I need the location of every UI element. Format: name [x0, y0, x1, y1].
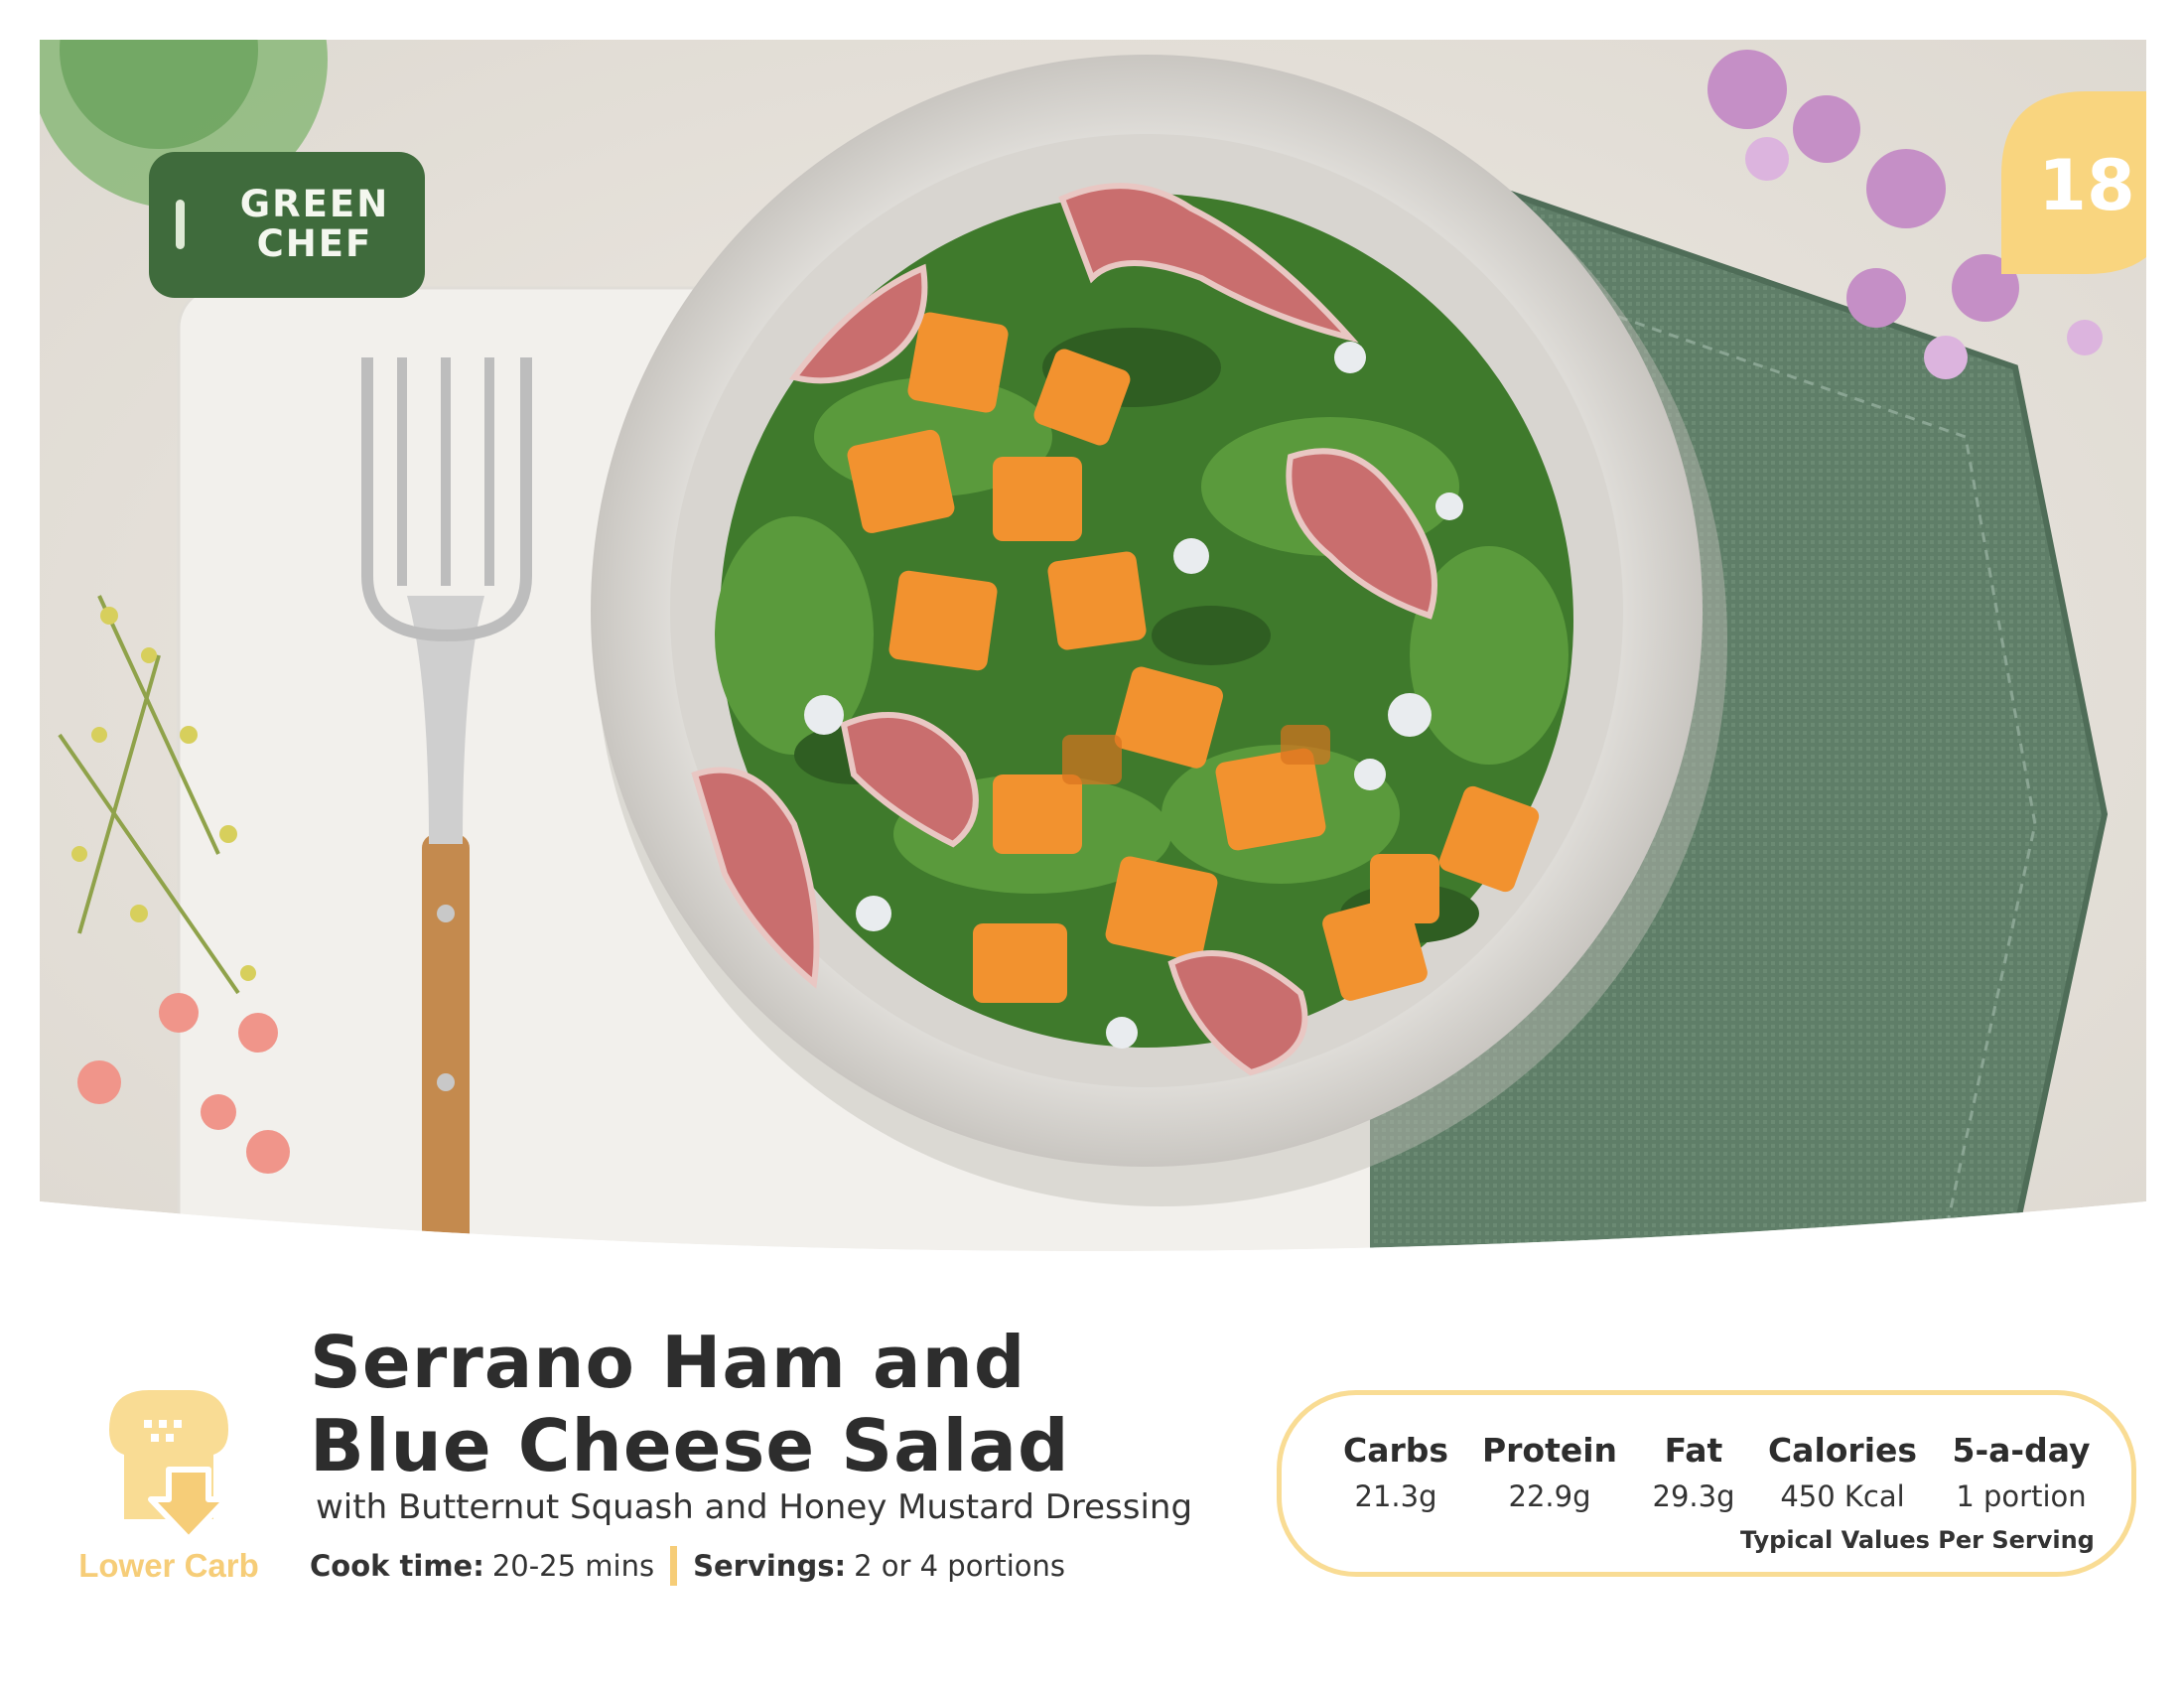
meta-separator	[670, 1546, 678, 1586]
nutrition-label: Calories	[1767, 1431, 1918, 1470]
nutrition-note: Typical Values Per Serving	[1740, 1526, 2095, 1554]
servings-label: Servings:	[693, 1549, 847, 1583]
cook-time-value: 20-25 mins	[491, 1549, 655, 1583]
recipe-subtitle: with Butternut Squash and Honey Mustard …	[316, 1487, 1193, 1527]
nutrition-calories: Calories 450 Kcal	[1758, 1431, 1927, 1513]
nutrition-value: 450 Kcal	[1780, 1479, 1905, 1513]
nutrition-value: 1 portion	[1956, 1479, 2087, 1513]
bread-down-arrow-icon	[109, 1390, 229, 1542]
page-number: 18	[2038, 145, 2135, 226]
cook-time-label: Cook time:	[310, 1549, 484, 1583]
servings-value: 2 or 4 portions	[854, 1549, 1066, 1583]
nutrition-panel: Carbs 21.3g Protein 22.9g Fat 29.3g Calo…	[1277, 1390, 2136, 1577]
page-number-badge: 18	[2001, 91, 2146, 274]
recipe-title-line-2: Blue Cheese Salad	[310, 1404, 1070, 1487]
recipe-title-line-1: Serrano Ham and	[310, 1321, 1026, 1404]
logo-line-2: CHEF	[256, 222, 373, 265]
nutrition-value: 29.3g	[1652, 1479, 1735, 1513]
diet-tag-label: Lower Carb	[78, 1547, 259, 1584]
nutrition-label: Protein	[1481, 1431, 1618, 1470]
hero-photo: GREEN CHEF 18	[40, 40, 2146, 1281]
nutrition-fat: Fat 29.3g	[1639, 1431, 1748, 1513]
logo-line-1: GREEN	[239, 183, 390, 225]
recipe-title: Serrano Ham and Blue Cheese Salad	[310, 1321, 1203, 1487]
nutrition-value: 21.3g	[1354, 1479, 1437, 1513]
nutrition-label: Fat	[1664, 1431, 1723, 1470]
nutrition-value: 22.9g	[1508, 1479, 1591, 1513]
nutrition-protein: Protein 22.9g	[1480, 1431, 1619, 1513]
nutrition-label: Carbs	[1342, 1431, 1449, 1470]
green-chef-logo: GREEN CHEF	[149, 152, 425, 298]
recipe-meta: Cook time: 20-25 mins Servings: 2 or 4 p…	[310, 1546, 1203, 1586]
logo-bar-icon	[176, 200, 185, 249]
nutrition-five-a-day: 5-a-day 1 portion	[1942, 1431, 2101, 1513]
nutrition-label: 5-a-day	[1952, 1431, 2091, 1470]
nutrition-carbs: Carbs 21.3g	[1331, 1431, 1460, 1513]
